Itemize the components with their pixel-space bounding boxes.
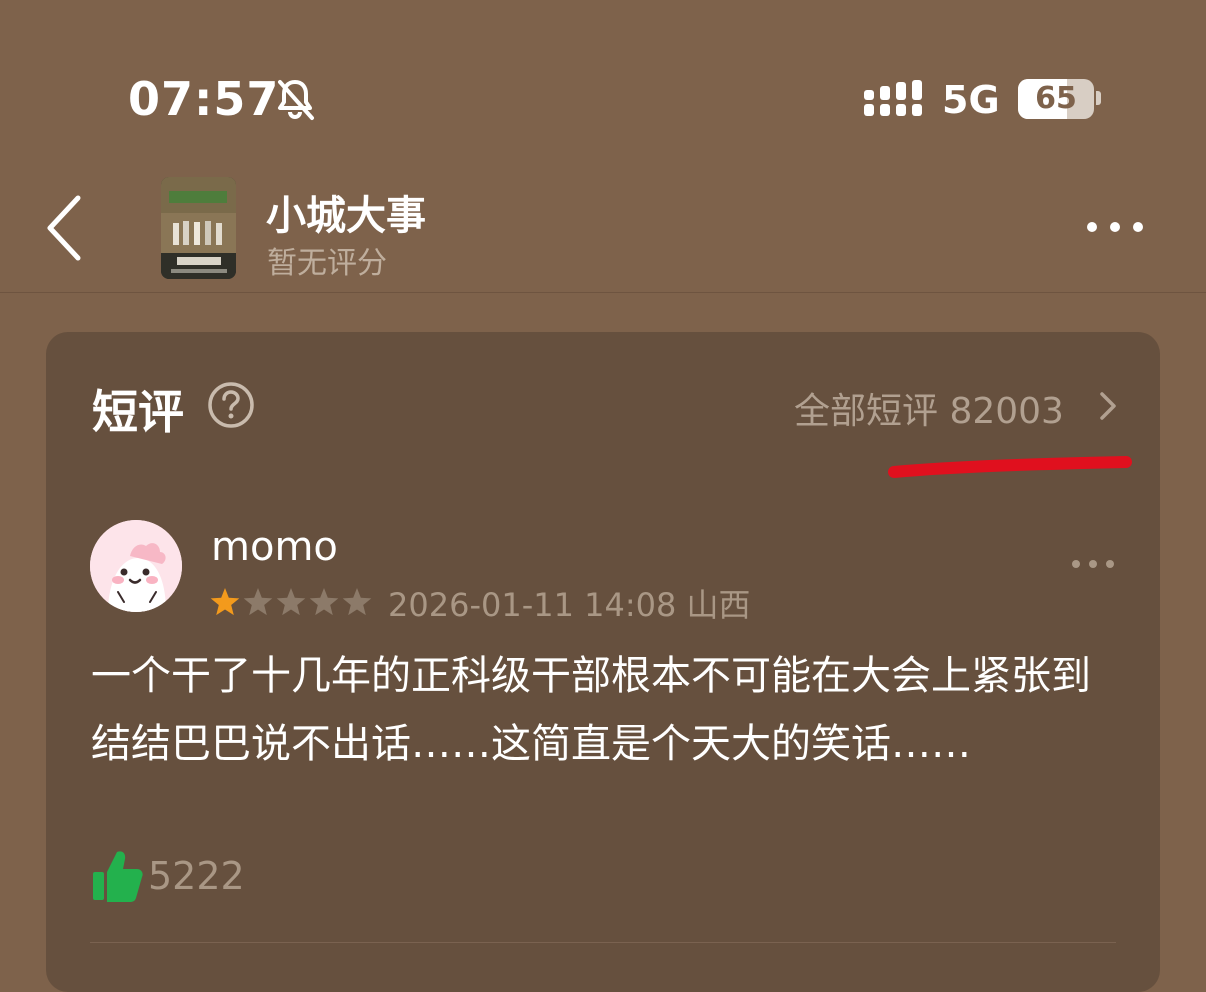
comment-more-button[interactable]	[1068, 550, 1118, 578]
section-title: 短评	[92, 385, 184, 439]
comment-datetime: 2026-01-11 14:08	[388, 586, 677, 624]
star-icon	[342, 588, 372, 616]
header-divider	[0, 292, 1206, 293]
comment-divider	[90, 942, 1116, 943]
star-icon	[243, 588, 273, 616]
star-icon	[210, 588, 240, 616]
all-reviews-link[interactable]: 全部短评 82003	[794, 382, 1064, 434]
network-type: 5G	[942, 78, 1000, 122]
rating-status: 暂无评分	[267, 246, 387, 281]
avatar[interactable]	[90, 520, 182, 612]
question-circle-icon[interactable]	[206, 380, 256, 430]
comment-meta: 2026-01-11 14:08 山西	[388, 580, 751, 626]
thumbs-up-icon[interactable]	[91, 848, 143, 902]
comment-location: 山西	[686, 586, 751, 624]
username[interactable]: momo	[211, 524, 338, 570]
movie-poster[interactable]	[161, 177, 236, 279]
chevron-right-icon[interactable]	[1096, 390, 1120, 422]
battery-percent: 65	[1035, 81, 1077, 116]
status-time: 07:57	[128, 72, 280, 126]
bell-muted-icon	[278, 80, 314, 120]
comment-text: 一个干了十几年的正科级干部根本不可能在大会上紧张到结结巴巴说不出话……这简直是个…	[91, 653, 1091, 767]
red-underline-annotation	[888, 456, 1132, 478]
back-button[interactable]	[40, 192, 90, 264]
signal-icon	[864, 80, 922, 116]
more-options-button[interactable]	[1080, 212, 1150, 242]
battery-icon: 65	[1018, 79, 1094, 119]
star-icon	[276, 588, 306, 616]
rating-stars	[210, 588, 372, 616]
like-count: 5222	[148, 854, 245, 898]
star-icon	[309, 588, 339, 616]
page-title: 小城大事	[266, 193, 426, 239]
battery-nub	[1096, 91, 1101, 105]
